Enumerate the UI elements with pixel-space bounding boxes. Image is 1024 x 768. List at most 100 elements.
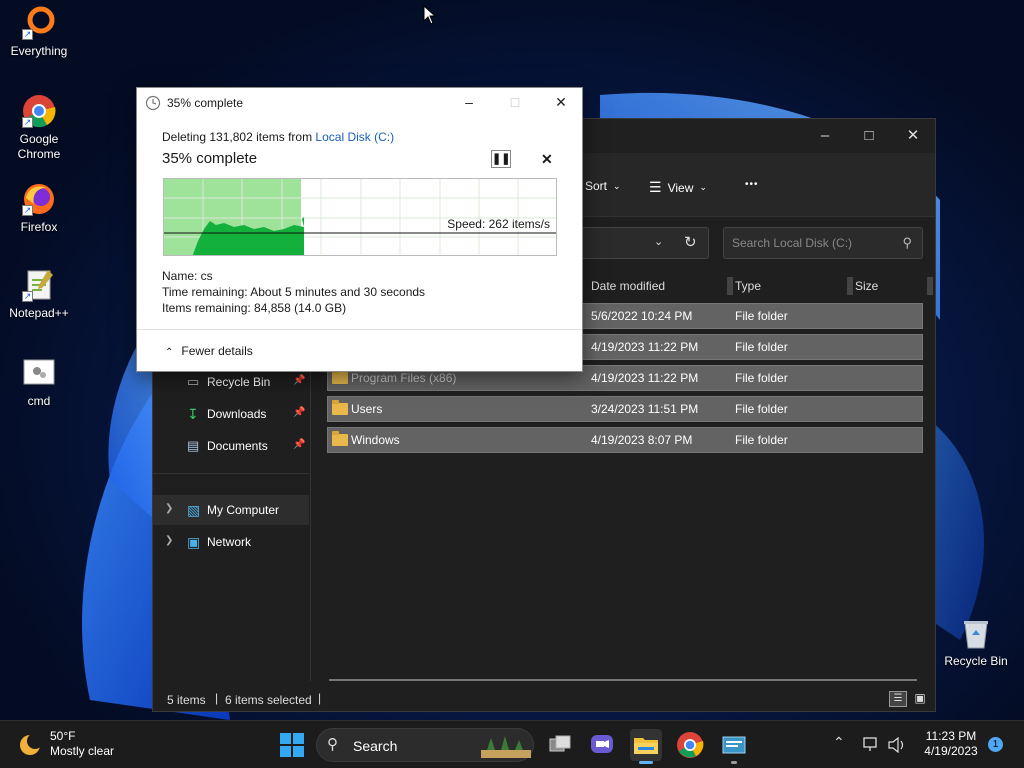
system-clock[interactable]: 11:23 PM 4/19/2023 (920, 729, 982, 759)
remote-app-taskbar-button[interactable] (718, 729, 750, 764)
desktop-icon-everything[interactable]: ↗ Everything (1, 6, 77, 59)
task-view-button[interactable] (544, 729, 576, 761)
row-name: Program Files (x86) (351, 371, 457, 385)
nav-item-my-computer[interactable]: ❯ ▧ My Computer (153, 495, 309, 525)
shortcut-arrow-icon: ↗ (22, 205, 33, 216)
column-separator[interactable] (927, 277, 933, 295)
table-row[interactable]: Users 3/24/2023 11:51 PM File folder (327, 396, 923, 422)
nav-divider (153, 473, 309, 474)
column-date-modified[interactable]: Date modified (585, 277, 665, 295)
close-button[interactable]: ✕ (891, 125, 935, 147)
taskbar-search[interactable]: ⚲ Search (316, 728, 534, 762)
destination-link[interactable]: Local Disk (C:) (315, 130, 394, 144)
details-view-icon[interactable]: ☰ (889, 691, 907, 707)
volume-icon[interactable] (888, 737, 906, 753)
nav-item-downloads[interactable]: ↧ Downloads 📌 (153, 399, 309, 429)
folder-icon (332, 369, 348, 384)
pin-icon[interactable]: 📌 (293, 375, 305, 386)
search-highlight-icon (481, 736, 531, 758)
firefox-icon: ↗ (22, 182, 56, 216)
sort-button[interactable]: Sort ⌄ (585, 179, 621, 193)
desktop-icon-recycle-bin[interactable]: Recycle Bin (940, 618, 1012, 668)
row-type: File folder (735, 371, 788, 385)
row-type: File folder (735, 433, 788, 447)
fewer-details-button[interactable]: ⌃ Fewer details (165, 344, 253, 358)
desktop-icon-label: Google Chrome (17, 132, 61, 161)
tiles-view-icon[interactable]: ▣ (911, 691, 929, 707)
start-button[interactable] (276, 729, 308, 761)
status-item-count: 5 items (167, 693, 206, 707)
horizontal-scrollbar[interactable] (329, 679, 917, 681)
show-hidden-icons-button[interactable]: ⌃ (833, 734, 845, 751)
weather-temperature: 50°F (50, 729, 76, 743)
status-selected-count: 6 items selected (225, 693, 312, 707)
mouse-cursor-icon (423, 5, 437, 25)
nav-item-network[interactable]: ❯ ▣ Network (153, 527, 309, 557)
chrome-icon: ↗ (22, 94, 56, 128)
time-remaining: Time remaining: About 5 minutes and 30 s… (162, 285, 426, 299)
refresh-icon[interactable]: ↻ (684, 233, 697, 251)
row-name: Users (351, 402, 383, 416)
row-date: 3/24/2023 11:51 PM (591, 402, 699, 416)
status-bar: 5 items | 6 items selected | ☰ ▣ (153, 689, 935, 711)
search-input[interactable]: Search Local Disk (C:) ⚲ (723, 227, 923, 259)
nav-item-documents[interactable]: ▤ Documents 📌 (153, 431, 309, 461)
search-icon: ⚲ (902, 235, 912, 250)
windows-logo-icon (280, 733, 304, 757)
more-label: ••• (745, 179, 759, 190)
chrome-taskbar-button[interactable] (674, 729, 706, 761)
maximize-button[interactable]: □ (847, 125, 891, 147)
column-type[interactable]: Type (729, 277, 761, 295)
items-remaining: Items remaining: 84,858 (14.0 GB) (162, 301, 347, 315)
row-date: 4/19/2023 11:22 PM (591, 340, 699, 354)
teams-chat-icon (591, 735, 613, 753)
document-icon: ▤ (187, 438, 200, 453)
operation-text: Deleting 131,802 items from (162, 130, 316, 144)
row-date: 4/19/2023 11:22 PM (591, 371, 699, 385)
chevron-down-icon[interactable]: ⌄ (654, 235, 663, 248)
teams-chat-button[interactable] (586, 729, 618, 761)
row-type: File folder (735, 402, 788, 416)
dialog-close-button[interactable]: ✕ (546, 92, 576, 112)
dialog-maximize-button: □ (510, 94, 520, 110)
desktop-icon-chrome[interactable]: ↗ Google Chrome (1, 94, 77, 162)
desktop-icon-label: Everything (10, 44, 68, 58)
nav-label: My Computer (207, 503, 280, 517)
cmd-icon (22, 356, 56, 390)
pin-icon[interactable]: 📌 (293, 407, 305, 418)
cancel-operation-button[interactable]: ✕ (541, 151, 553, 168)
delete-progress-dialog[interactable]: 35% complete – □ ✕ Deleting 131,802 item… (136, 87, 583, 372)
progress-clock-icon (145, 95, 161, 111)
network-status-icon[interactable] (863, 737, 881, 753)
chevron-right-icon[interactable]: ❯ (165, 503, 173, 514)
clock-time: 11:23 PM (925, 729, 977, 743)
view-list-icon: ☰ (649, 179, 662, 195)
dialog-title: 35% complete (167, 96, 244, 110)
shortcut-arrow-icon: ↗ (22, 117, 33, 128)
nav-label: Recycle Bin (207, 375, 271, 389)
clock-date: 4/19/2023 (924, 744, 978, 758)
computer-icon: ▧ (187, 502, 201, 518)
status-divider: | (318, 691, 322, 705)
table-row[interactable]: Windows 4/19/2023 8:07 PM File folder (327, 427, 923, 453)
pin-icon[interactable]: 📌 (293, 439, 305, 450)
pause-button[interactable]: ❚❚ (491, 150, 511, 168)
view-button[interactable]: ☰ View ⌄ (649, 179, 707, 196)
desktop-icon-notepadpp[interactable]: ↗ Notepad++ (1, 268, 77, 321)
file-explorer-taskbar-button[interactable] (630, 729, 662, 764)
operation-description: Deleting 131,802 items from Local Disk (… (162, 130, 394, 144)
notification-badge[interactable]: 1 (988, 737, 1003, 752)
fewer-details-label: Fewer details (181, 344, 253, 358)
minimize-button[interactable]: – (803, 125, 847, 147)
notepadpp-icon: ↗ (22, 268, 56, 302)
desktop-icon-firefox[interactable]: ↗ Firefox (1, 182, 77, 235)
search-placeholder: Search Local Disk (C:) (732, 236, 853, 250)
column-size[interactable]: Size (849, 277, 878, 295)
chevron-right-icon[interactable]: ❯ (165, 535, 173, 546)
desktop-icon-cmd[interactable]: cmd (1, 356, 77, 409)
network-icon: ▣ (187, 534, 201, 550)
progress-graph: Speed: 262 items/s (163, 178, 557, 256)
moon-weather-icon (20, 733, 42, 755)
dialog-minimize-button[interactable]: – (454, 92, 484, 112)
more-options-button[interactable]: ••• (745, 179, 759, 190)
